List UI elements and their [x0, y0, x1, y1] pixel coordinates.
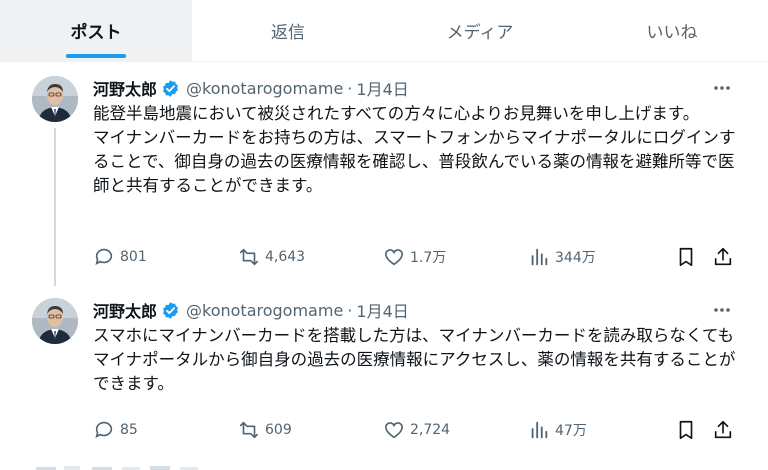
views-button[interactable]: 47万	[528, 418, 587, 442]
author-name[interactable]: 河野太郎	[93, 76, 157, 100]
reply-button[interactable]: 801	[93, 245, 147, 269]
reply-count: 801	[120, 249, 147, 265]
reply-icon	[95, 248, 113, 265]
reply-icon	[95, 421, 113, 438]
like-count: 2,724	[410, 422, 451, 438]
profile-tabs: ポスト 返信 メディア いいね	[0, 0, 768, 62]
reply-button[interactable]: 85	[93, 418, 138, 442]
tab-label: ポスト	[70, 23, 122, 43]
like-count: 1.7万	[410, 250, 447, 266]
views-button[interactable]: 344万	[528, 245, 596, 269]
bookmark-icon	[679, 420, 693, 440]
tab-label: いいね	[646, 23, 698, 43]
repost-button[interactable]: 609	[238, 418, 292, 442]
tweet-paragraph: マイナンバーカードをお持ちの方は、スマートフォンからマイナポータルにログインする…	[93, 128, 736, 195]
separator: ·	[347, 300, 353, 320]
bookmark-button[interactable]	[675, 245, 702, 269]
tweet-actions: 801 4,643 1.7万 344万	[0, 245, 768, 269]
tweet-paragraph: スマホにマイナンバーカードを搭載した方は、マイナンバーカードを読み取らなくてもマ…	[93, 326, 736, 393]
more-icon[interactable]	[710, 76, 734, 100]
post-date[interactable]: 1月4日	[356, 76, 408, 100]
verified-badge-icon	[163, 301, 178, 319]
share-icon	[714, 247, 732, 266]
more-icon[interactable]	[710, 298, 734, 322]
like-button[interactable]: 2,724	[383, 418, 450, 442]
tab-label: メディア	[446, 23, 514, 43]
views-icon	[531, 248, 548, 266]
tab-likes[interactable]: いいね	[576, 0, 768, 61]
views-count: 344万	[555, 250, 596, 266]
avatar[interactable]	[32, 298, 78, 344]
author-handle[interactable]: @konotarogomame	[186, 79, 343, 98]
post-date[interactable]: 1月4日	[356, 298, 408, 322]
tweet-text: 能登半島地震において被災されたすべての方々に心よりお見舞いを申し上げます。 マイ…	[93, 102, 743, 198]
author-name[interactable]: 河野太郎	[93, 298, 157, 322]
repost-icon	[239, 248, 259, 266]
bookmark-icon	[679, 247, 693, 267]
views-icon	[531, 421, 548, 439]
next-item-partial	[0, 458, 768, 470]
tab-label: 返信	[271, 23, 305, 43]
repost-icon	[239, 421, 259, 439]
tab-replies[interactable]: 返信	[192, 0, 384, 61]
tweet-text: スマホにマイナンバーカードを搭載した方は、マイナンバーカードを読み取らなくてもマ…	[93, 324, 743, 396]
tweet-header: 河野太郎 @konotarogomame · 1月4日	[93, 76, 409, 100]
reply-count: 85	[120, 422, 138, 438]
share-button[interactable]	[712, 245, 739, 269]
bookmark-button[interactable]	[675, 418, 702, 442]
tab-posts[interactable]: ポスト	[0, 0, 192, 61]
verified-badge-icon	[163, 79, 178, 97]
author-handle[interactable]: @konotarogomame	[186, 301, 343, 320]
share-button[interactable]	[712, 418, 739, 442]
tab-media[interactable]: メディア	[384, 0, 576, 61]
views-count: 47万	[555, 423, 587, 439]
tweet-header: 河野太郎 @konotarogomame · 1月4日	[93, 298, 409, 322]
repost-count: 609	[265, 422, 292, 438]
like-icon	[384, 422, 404, 439]
repost-button[interactable]: 4,643	[238, 245, 305, 269]
avatar[interactable]	[32, 76, 78, 122]
tweet-actions: 85 609 2,724 47万	[0, 418, 768, 442]
repost-count: 4,643	[265, 249, 306, 265]
share-icon	[714, 420, 732, 439]
tweet-paragraph: 能登半島地震において被災されたすべての方々に心よりお見舞いを申し上げます。	[93, 104, 700, 123]
like-icon	[384, 249, 404, 266]
separator: ·	[347, 78, 353, 98]
like-button[interactable]: 1.7万	[383, 245, 446, 269]
active-tab-indicator	[66, 54, 126, 58]
